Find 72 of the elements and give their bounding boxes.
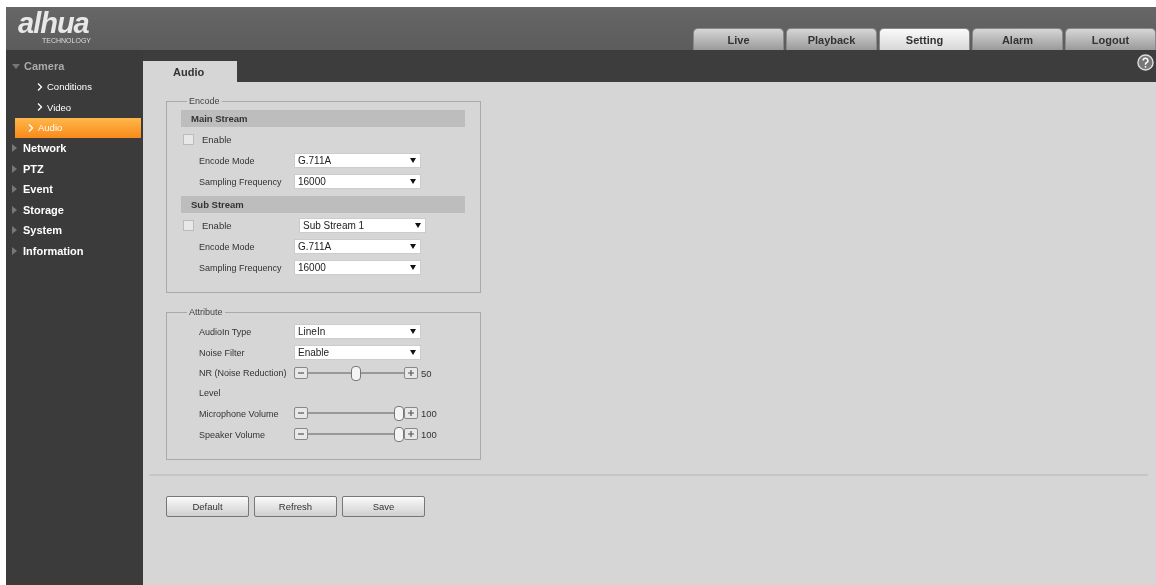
slider-handle[interactable]: [394, 426, 404, 442]
field-label: AudioIn Type: [198, 325, 253, 339]
slider-value: 50: [421, 367, 432, 379]
dropdown-arrow-icon: [410, 179, 416, 184]
plus-icon: [407, 369, 415, 377]
plus-icon: [407, 409, 415, 417]
chevron-icon: [28, 123, 34, 132]
field-label: Speaker Volume: [198, 428, 267, 442]
sidebar-subitem[interactable]: Conditions: [15, 76, 141, 97]
chevron-icon: [37, 103, 43, 112]
field-label: Sampling Frequency: [198, 261, 283, 275]
sidebar-item[interactable]: System: [6, 220, 143, 241]
nav-tab[interactable]: Live: [693, 28, 784, 50]
nav-tab[interactable]: Setting: [879, 28, 970, 50]
dropdown[interactable]: 16000: [294, 260, 421, 275]
field-label: Noise Filter: [198, 346, 246, 360]
minus-button[interactable]: [294, 407, 308, 419]
section-heading: Sub Stream: [181, 196, 465, 213]
checkbox[interactable]: [183, 220, 194, 231]
dropdown[interactable]: LineIn: [294, 324, 421, 339]
plus-button[interactable]: [404, 367, 418, 379]
dropdown[interactable]: 16000: [294, 174, 421, 189]
dropdown[interactable]: G.711A: [294, 153, 421, 168]
nav-tab[interactable]: Logout: [1065, 28, 1156, 50]
nav-tab[interactable]: Playback: [786, 28, 877, 50]
minus-button[interactable]: [294, 428, 308, 440]
dropdown[interactable]: G.711A: [294, 239, 421, 254]
slider-value: 100: [421, 428, 437, 440]
checkbox[interactable]: [183, 134, 194, 145]
action-button[interactable]: Default: [166, 496, 249, 517]
field-label: Encode Mode: [198, 240, 256, 254]
sidebar-item[interactable]: Storage: [6, 199, 143, 220]
action-button[interactable]: Save: [342, 496, 425, 517]
checkbox-label: Enable: [202, 134, 233, 145]
page-tab[interactable]: Audio: [143, 61, 237, 82]
sidebar-item[interactable]: Network: [6, 138, 143, 159]
field-label: Microphone Volume: [198, 407, 280, 421]
minus-icon: [297, 369, 305, 377]
slider-handle[interactable]: [351, 365, 361, 381]
dropdown-arrow-icon: [410, 244, 416, 249]
action-button[interactable]: Refresh: [254, 496, 337, 517]
group-legend: Encode: [187, 96, 222, 106]
nav-tab[interactable]: Alarm: [972, 28, 1063, 50]
dropdown-arrow-icon: [410, 350, 416, 355]
dropdown-arrow-icon: [410, 329, 416, 334]
sidebar-item[interactable]: Camera: [6, 56, 143, 77]
plus-icon: [407, 430, 415, 438]
sidebar-subitem[interactable]: Video: [15, 97, 141, 118]
section-heading: Main Stream: [181, 110, 465, 127]
checkbox-label: Enable: [202, 220, 233, 231]
slider-handle[interactable]: [394, 405, 404, 421]
sidebar-item[interactable]: PTZ: [6, 158, 143, 179]
minus-icon: [297, 409, 305, 417]
sidebar-item[interactable]: Information: [6, 240, 143, 261]
dropdown-arrow-icon: [410, 265, 416, 270]
group-legend: Attribute: [187, 307, 225, 317]
logo-wordmark: alhua: [18, 9, 89, 37]
minus-icon: [297, 430, 305, 438]
plus-button[interactable]: [404, 407, 418, 419]
dropdown[interactable]: Sub Stream 1: [299, 218, 426, 233]
dropdown-arrow-icon: [410, 158, 416, 163]
field-label: NR (Noise Reduction) Level: [198, 367, 288, 400]
plus-button[interactable]: [404, 428, 418, 440]
field-label: Encode Mode: [198, 154, 256, 168]
sidebar-item[interactable]: Event: [6, 179, 143, 200]
chevron-icon: [37, 82, 43, 91]
dropdown[interactable]: Enable: [294, 345, 421, 360]
dropdown-arrow-icon: [415, 223, 421, 228]
field-label: Sampling Frequency: [198, 175, 283, 189]
slider-value: 100: [421, 407, 437, 419]
minus-button[interactable]: [294, 367, 308, 379]
help-icon[interactable]: [1137, 54, 1154, 71]
